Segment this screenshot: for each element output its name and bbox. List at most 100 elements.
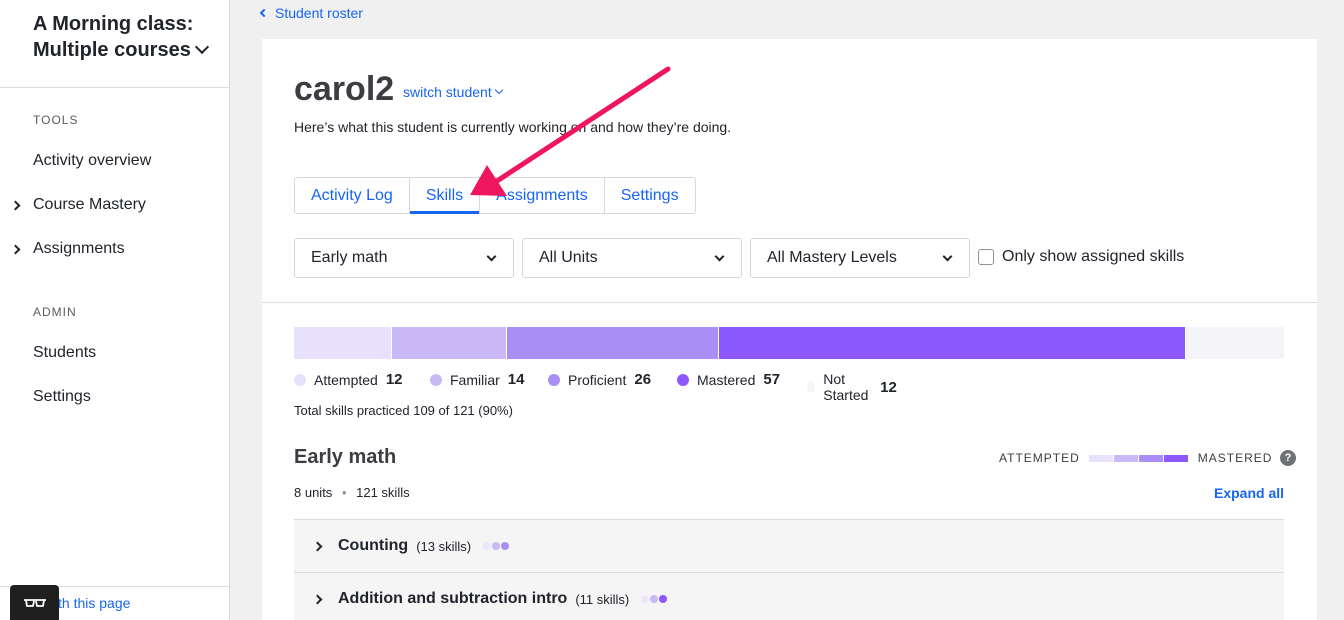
unit-select-value: All Units — [539, 249, 598, 266]
sidebar-item-activity-overview[interactable]: Activity overview — [33, 152, 151, 170]
legend-item-proficient: Proficient 26 — [548, 371, 651, 388]
expand-all-button[interactable]: Expand all — [1214, 485, 1284, 501]
divider — [262, 302, 1317, 303]
total-skills-practiced: Total skills practiced 109 of 121 (90%) — [294, 403, 513, 418]
tab-settings[interactable]: Settings — [605, 178, 695, 213]
chevron-right-icon[interactable] — [10, 244, 21, 255]
mastery-scale: ATTEMPTED MASTERED ? — [999, 450, 1297, 466]
chevron-right-icon — [312, 594, 323, 604]
legend-count: 26 — [634, 371, 652, 388]
class-selector[interactable]: A Morning class: Multiple courses — [33, 11, 223, 63]
tab-skills[interactable]: Skills — [409, 178, 481, 214]
only-assigned-label: Only show assigned skills — [1002, 248, 1185, 265]
legend-count: 12 — [880, 378, 897, 396]
course-meta: 8 units • 121 skills — [294, 485, 410, 500]
course-section-title: Early math — [294, 446, 397, 468]
sidebar: A Morning class: Multiple courses TOOLS … — [0, 0, 230, 620]
student-tabs: Activity Log Skills Assignments Settings — [294, 177, 696, 214]
bullet-separator: • — [341, 485, 347, 500]
unit-row-addition-subtraction-intro[interactable]: Addition and subtraction intro (11 skill… — [294, 572, 1284, 620]
legend-dot — [807, 381, 816, 393]
back-to-roster-link[interactable]: Student roster — [259, 5, 363, 21]
progress-segment-mastered — [719, 327, 1186, 359]
divider — [0, 87, 230, 88]
mastery-dot — [501, 542, 510, 550]
help-link[interactable]: th this page — [58, 595, 130, 611]
chevron-down-icon — [942, 251, 953, 262]
legend-dot — [430, 373, 442, 386]
mastery-select[interactable]: All Mastery Levels — [750, 238, 970, 278]
tools-section-label: TOOLS — [33, 113, 79, 127]
progress-segment-familiar — [392, 327, 507, 359]
only-assigned-filter[interactable]: Only show assigned skills — [978, 248, 1184, 266]
mastery-progress-bar — [294, 327, 1284, 359]
mastery-dot — [650, 595, 659, 603]
legend-label: Attempted — [314, 371, 378, 388]
mastery-dot — [492, 542, 501, 550]
legend-label: Mastered — [697, 371, 756, 388]
help-icon[interactable]: ? — [1280, 450, 1297, 466]
course-select[interactable]: Early math — [294, 238, 514, 278]
sidebar-item-students[interactable]: Students — [33, 344, 96, 362]
chevron-down-icon — [486, 251, 497, 262]
scale-bar — [1088, 454, 1189, 462]
scale-segment — [1113, 454, 1138, 462]
tab-activity-log[interactable]: Activity Log — [295, 178, 410, 213]
unit-select[interactable]: All Units — [522, 238, 742, 278]
legend-count: 12 — [385, 371, 403, 388]
sidebar-item-course-mastery[interactable]: Course Mastery — [33, 196, 146, 214]
scale-segment — [1088, 454, 1113, 462]
legend-dot — [677, 373, 689, 386]
units-count: 8 units — [294, 485, 333, 500]
chevron-down-icon — [714, 251, 725, 262]
student-name: carol2 — [294, 70, 395, 108]
unit-mastery-dots — [483, 542, 510, 550]
legend-item-not-started: Not Started 12 — [807, 371, 897, 403]
student-subtitle: Here’s what this student is currently wo… — [294, 119, 732, 135]
admin-section-label: ADMIN — [33, 305, 77, 319]
unit-skill-count: (13 skills) — [416, 538, 472, 554]
progress-segment-attempted — [294, 327, 393, 359]
legend-label: Familiar — [450, 371, 500, 388]
scale-segment — [1163, 454, 1188, 462]
sidebar-item-assignments[interactable]: Assignments — [33, 240, 125, 258]
chevron-down-icon — [494, 85, 503, 95]
scale-segment — [1138, 454, 1163, 462]
legend-dot — [548, 373, 560, 386]
skills-count: 121 skills — [356, 485, 410, 500]
legend-label: Not Started — [823, 371, 869, 403]
class-title: A Morning class: Multiple courses — [33, 13, 194, 61]
legend-dot — [294, 373, 306, 386]
unit-skill-count: (11 skills) — [575, 591, 630, 607]
scale-right-label: MASTERED — [1197, 451, 1273, 465]
switch-student-button[interactable]: switch student — [403, 84, 503, 100]
unit-name: Counting — [338, 537, 409, 554]
scale-left-label: ATTEMPTED — [999, 451, 1080, 465]
legend-item-attempted: Attempted 12 — [294, 371, 403, 388]
legend-count: 57 — [763, 371, 781, 388]
accessibility-button[interactable] — [10, 585, 59, 620]
mastery-dot — [483, 542, 492, 550]
course-select-value: Early math — [311, 249, 388, 266]
chevron-right-icon[interactable] — [10, 200, 21, 211]
chevron-right-icon — [312, 541, 323, 551]
legend-label: Proficient — [568, 371, 627, 388]
back-link-label: Student roster — [275, 5, 363, 21]
mastery-select-value: All Mastery Levels — [767, 249, 897, 266]
chevron-left-icon — [259, 8, 269, 18]
legend-item-familiar: Familiar 14 — [430, 371, 524, 388]
switch-student-label: switch student — [403, 84, 492, 100]
unit-name: Addition and subtraction intro — [338, 590, 568, 607]
unit-mastery-dots — [641, 595, 668, 603]
unit-row-counting[interactable]: Counting (13 skills) — [294, 519, 1284, 572]
legend-count: 14 — [507, 371, 525, 388]
mastery-dot — [659, 595, 668, 603]
progress-segment-proficient — [506, 327, 720, 359]
tab-assignments[interactable]: Assignments — [480, 178, 605, 213]
glasses-icon — [23, 598, 46, 607]
chevron-down-icon — [194, 39, 209, 55]
sidebar-item-settings[interactable]: Settings — [33, 388, 91, 406]
progress-segment-not-started — [1185, 327, 1284, 359]
only-assigned-checkbox[interactable] — [978, 249, 994, 265]
legend-item-mastered: Mastered 57 — [677, 371, 780, 388]
